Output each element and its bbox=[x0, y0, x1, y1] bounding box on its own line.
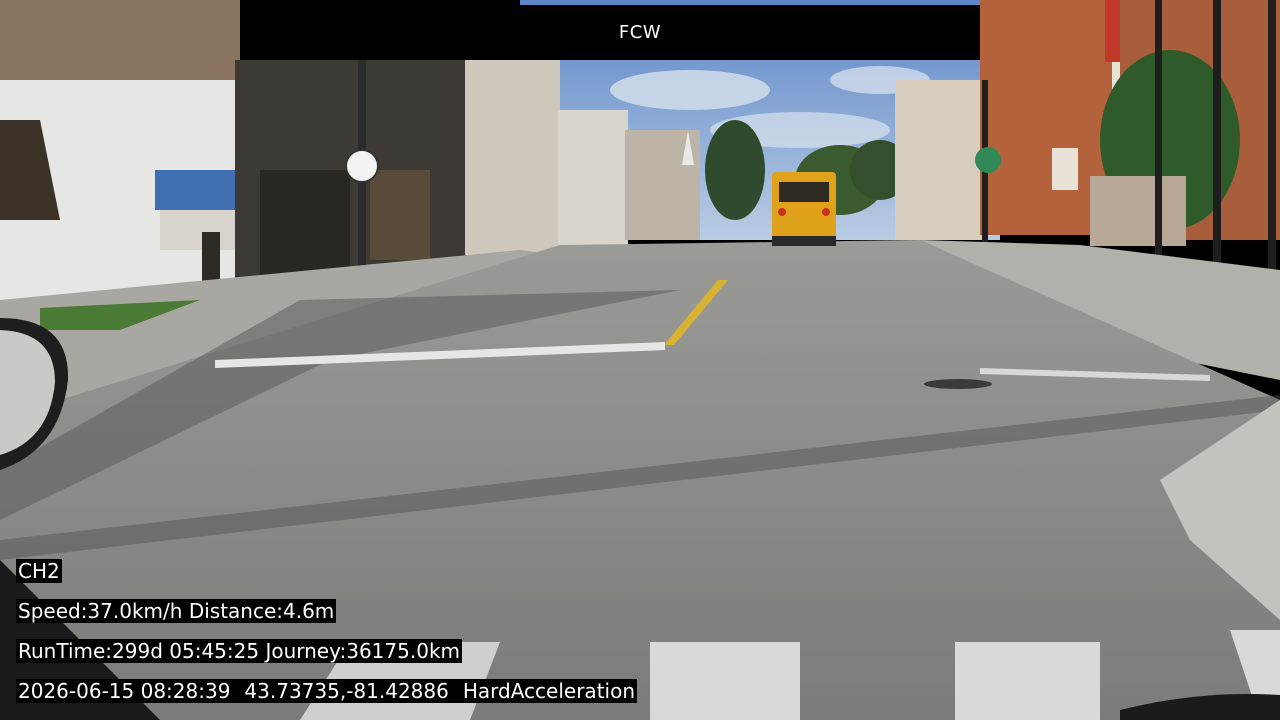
osd-channel-line: CH2 bbox=[16, 558, 62, 584]
fcw-label: FCW bbox=[618, 22, 662, 43]
osd-datetime: 2026-06-15 08:28:39 bbox=[18, 679, 231, 703]
fcw-warning-banner: FCW bbox=[300, 5, 980, 60]
manhole bbox=[924, 379, 992, 389]
osd-runtime: RunTime:299d 05:45:25 bbox=[18, 639, 260, 663]
bus-light bbox=[778, 208, 786, 216]
bus-window bbox=[779, 182, 829, 202]
window bbox=[1052, 148, 1078, 190]
building-left-small bbox=[558, 110, 628, 245]
osd-coordinates: 43.73735,-81.42886 bbox=[244, 679, 449, 703]
osd-info-line: 2026-06-15 08:28:39 43.73735,-81.42886 Har… bbox=[16, 678, 637, 704]
parking-sign bbox=[975, 147, 1001, 173]
osd-distance: Distance:4.6m bbox=[188, 599, 335, 623]
shop-window bbox=[260, 170, 350, 280]
osd-channel: CH2 bbox=[16, 559, 62, 583]
cloud bbox=[610, 70, 770, 110]
poster bbox=[160, 210, 235, 250]
building-right-beige bbox=[895, 80, 985, 240]
osd-runtime-line: RunTime:299d 05:45:25 Journey:36175.0km bbox=[16, 638, 463, 664]
bus-bumper bbox=[772, 236, 836, 246]
road-sign bbox=[345, 149, 379, 183]
crosswalk-stripe bbox=[955, 642, 1100, 720]
dashcam-frame: FCW CH2 Speed:37.0km/h Distance:4.6m Run… bbox=[0, 0, 1280, 720]
shop-window bbox=[370, 170, 430, 260]
osd-speed-line: Speed:37.0km/h Distance:4.6m bbox=[16, 598, 337, 624]
tree bbox=[705, 120, 765, 220]
osd-journey: Journey:36175.0km bbox=[265, 639, 461, 663]
monument bbox=[1090, 176, 1186, 246]
mural bbox=[155, 170, 235, 210]
osd-event: HardAcceleration bbox=[462, 679, 635, 703]
crosswalk-stripe bbox=[650, 642, 800, 720]
bus-light bbox=[822, 208, 830, 216]
osd-speed: Speed:37.0km/h bbox=[18, 599, 183, 623]
building-left-beige bbox=[465, 60, 560, 255]
